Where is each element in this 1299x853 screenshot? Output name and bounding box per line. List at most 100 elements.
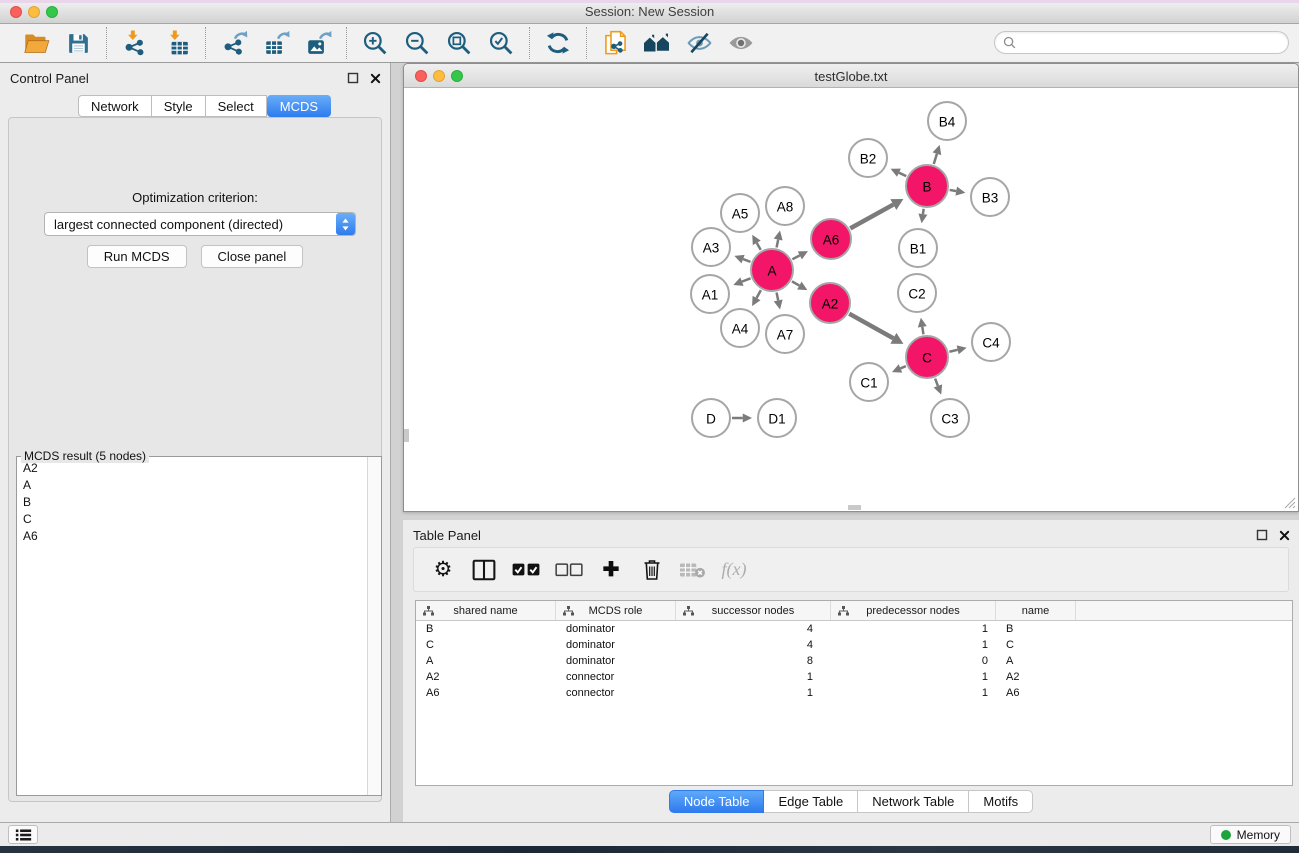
zoom-out-icon[interactable] (402, 28, 432, 58)
graph-node-C2[interactable]: C2 (898, 274, 936, 312)
graph-node-B2[interactable]: B2 (849, 139, 887, 177)
canvas-scrollbar-left[interactable] (404, 429, 409, 442)
list-item[interactable]: C (17, 511, 366, 528)
list-item[interactable]: A (17, 477, 366, 494)
run-mcds-button[interactable]: Run MCDS (87, 245, 187, 268)
result-scrollbar[interactable] (367, 457, 381, 795)
graph-node-A2[interactable]: A2 (810, 283, 850, 323)
select-all-columns-icon[interactable] (512, 557, 540, 583)
table-row[interactable]: Bdominator41B (416, 621, 1292, 637)
open-session-icon[interactable] (21, 28, 51, 58)
window-resize-grip[interactable] (1283, 496, 1296, 509)
graph-node-D[interactable]: D (692, 399, 730, 437)
list-item[interactable]: A2 (17, 460, 366, 477)
zoom-fit-icon[interactable] (444, 28, 474, 58)
graph-edge-A-A7[interactable] (774, 293, 783, 310)
task-history-button[interactable] (8, 825, 38, 844)
graph-edge-D-D1[interactable] (732, 413, 752, 422)
import-network-icon[interactable] (120, 28, 150, 58)
graph-edge-C-C2[interactable] (918, 318, 927, 335)
apply-function-icon[interactable]: f(x) (721, 557, 747, 583)
network-canvas[interactable]: B4B2BB3A8A5A6A3B1AA1C2A2A4A7C4CC1C3DD1 (405, 89, 1298, 511)
graph-node-A3[interactable]: A3 (692, 228, 730, 266)
delete-column-icon[interactable] (639, 557, 665, 583)
graph-edge-A-A1[interactable] (733, 277, 750, 285)
graph-edge-A-A2[interactable] (792, 281, 807, 290)
close-table-panel-icon[interactable] (1277, 528, 1291, 542)
graph-node-C4[interactable]: C4 (972, 323, 1010, 361)
graph-edge-B-B1[interactable] (918, 209, 927, 223)
save-session-icon[interactable] (63, 28, 93, 58)
tab-select[interactable]: Select (206, 95, 267, 117)
graph-node-A[interactable]: A (751, 249, 793, 291)
graph-edge-C-C1[interactable] (892, 364, 906, 372)
show-all-icon[interactable] (726, 28, 756, 58)
graph-edge-B-B2[interactable] (891, 169, 907, 177)
export-table-icon[interactable] (261, 28, 291, 58)
list-item[interactable]: B (17, 494, 366, 511)
graph-node-A4[interactable]: A4 (721, 309, 759, 347)
optimization-criterion-dropdown[interactable]: largest connected component (directed) (44, 212, 356, 236)
column-header-predecessor-nodes[interactable]: predecessor nodes (831, 601, 996, 620)
mcds-result-list[interactable]: A2ABCA6 (17, 460, 366, 795)
close-panel-button[interactable]: Close panel (201, 245, 304, 268)
graph-edge-A-A8[interactable] (774, 230, 783, 247)
graph-node-B4[interactable]: B4 (928, 102, 966, 140)
search-input[interactable] (1016, 34, 1288, 52)
hide-selected-icon[interactable] (684, 28, 714, 58)
list-item[interactable]: A6 (17, 528, 366, 545)
tab-network[interactable]: Network (78, 95, 152, 117)
search-box[interactable] (994, 31, 1289, 54)
graph-edge-A6-B[interactable] (850, 199, 903, 228)
graph-edge-C-C4[interactable] (949, 345, 966, 354)
table-row[interactable]: Adominator80A (416, 653, 1292, 669)
export-network-icon[interactable] (219, 28, 249, 58)
first-neighbors-icon[interactable] (642, 28, 672, 58)
graph-edge-A-A3[interactable] (734, 255, 750, 263)
tab-mcds[interactable]: MCDS (267, 95, 331, 117)
graph-node-A5[interactable]: A5 (721, 194, 759, 232)
table-row[interactable]: A6connector11A6 (416, 685, 1292, 701)
graph-edge-A-A6[interactable] (792, 251, 808, 259)
graph-node-D1[interactable]: D1 (758, 399, 796, 437)
tab-motifs[interactable]: Motifs (969, 790, 1033, 813)
graph-edge-C-C3[interactable] (934, 379, 942, 395)
graph-node-B[interactable]: B (906, 165, 948, 207)
graph-edge-A-A5[interactable] (752, 235, 761, 250)
graph-node-A6[interactable]: A6 (811, 219, 851, 259)
zoom-selected-icon[interactable] (486, 28, 516, 58)
memory-button[interactable]: Memory (1210, 825, 1291, 844)
table-row[interactable]: A2connector11A2 (416, 669, 1292, 685)
tab-network-table[interactable]: Network Table (858, 790, 969, 813)
graph-node-B1[interactable]: B1 (899, 229, 937, 267)
graph-node-A8[interactable]: A8 (766, 187, 804, 225)
import-table-icon[interactable] (162, 28, 192, 58)
export-image-icon[interactable] (303, 28, 333, 58)
graph-node-A7[interactable]: A7 (766, 315, 804, 353)
show-column-panel-icon[interactable] (471, 557, 497, 583)
close-panel-icon[interactable] (368, 71, 382, 85)
float-table-panel-icon[interactable] (1255, 528, 1269, 542)
canvas-scrollbar-bottom[interactable] (848, 505, 861, 510)
graph-node-B3[interactable]: B3 (971, 178, 1009, 216)
network-graph[interactable]: B4B2BB3A8A5A6A3B1AA1C2A2A4A7C4CC1C3DD1 (405, 89, 1298, 511)
graph-node-C3[interactable]: C3 (931, 399, 969, 437)
graph-node-C[interactable]: C (906, 336, 948, 378)
float-panel-icon[interactable] (346, 71, 360, 85)
column-header-name[interactable]: name (996, 601, 1076, 620)
graph-edge-A2-C[interactable] (849, 314, 903, 344)
tab-edge-table[interactable]: Edge Table (764, 790, 858, 813)
add-column-icon[interactable]: ✚ (598, 557, 624, 583)
tab-style[interactable]: Style (152, 95, 206, 117)
new-network-from-selection-icon[interactable] (600, 28, 630, 58)
column-header-mcds-role[interactable]: MCDS role (556, 601, 676, 620)
tab-node-table[interactable]: Node Table (669, 790, 765, 813)
network-window-titlebar[interactable]: testGlobe.txt (404, 64, 1298, 88)
table-row[interactable]: Cdominator41C (416, 637, 1292, 653)
graph-edge-B-B3[interactable] (950, 187, 966, 196)
apply-layout-icon[interactable] (543, 28, 573, 58)
graph-node-C1[interactable]: C1 (850, 363, 888, 401)
zoom-in-icon[interactable] (360, 28, 390, 58)
column-header-shared-name[interactable]: shared name (416, 601, 556, 620)
graph-edge-B-B4[interactable] (933, 145, 942, 164)
